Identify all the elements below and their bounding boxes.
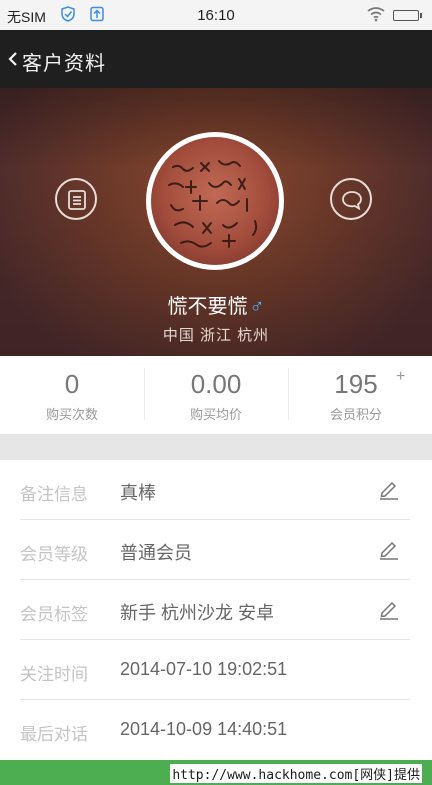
section-gap bbox=[0, 434, 432, 460]
info-key: 会员等级 bbox=[20, 545, 88, 564]
info-row-last-chat: 最后对话 2014-10-09 14:40:51 bbox=[20, 700, 410, 760]
stat-member-points[interactable]: 195 会员积分 bbox=[284, 356, 428, 434]
add-points-button[interactable]: + bbox=[396, 368, 405, 386]
info-row-remark[interactable]: 备注信息 真棒 bbox=[20, 460, 410, 520]
chat-button[interactable] bbox=[330, 178, 372, 220]
customer-location: 中国 浙江 杭州 bbox=[162, 327, 270, 344]
stat-purchase-count: 0 购买次数 bbox=[0, 356, 144, 434]
status-bar: 无SIM 16:10 bbox=[0, 0, 432, 30]
info-key: 最后对话 bbox=[20, 725, 88, 744]
stat-value: 0 bbox=[64, 369, 80, 399]
avatar-image bbox=[151, 137, 279, 265]
stat-label: 购买次数 bbox=[45, 407, 98, 422]
customer-name: 慌不要慌 bbox=[167, 296, 248, 318]
info-value: 2014-10-09 14:40:51 bbox=[120, 719, 288, 739]
stat-label: 购买均价 bbox=[189, 407, 242, 422]
chat-bubble-icon bbox=[342, 191, 362, 211]
watermark-bar: http://www.hackhome.com[网侠]提供 bbox=[0, 760, 432, 785]
info-row-follow-time: 关注时间 2014-07-10 19:02:51 bbox=[20, 640, 410, 700]
note-icon bbox=[68, 190, 86, 210]
stat-value: 0.00 bbox=[190, 369, 242, 399]
avatar[interactable] bbox=[146, 132, 284, 270]
stats-bar: 0 购买次数 0.00 购买均价 195 会员积分 + bbox=[0, 356, 432, 434]
male-icon: ♂ bbox=[249, 296, 265, 318]
stat-label: 会员积分 bbox=[329, 407, 382, 422]
info-key: 关注时间 bbox=[20, 665, 88, 684]
chevron-left-icon[interactable] bbox=[6, 48, 20, 70]
watermark-text: http://www.hackhome.com[网侠]提供 bbox=[170, 764, 422, 783]
info-list: 备注信息 真棒 会员等级 普通会员 会员标签 新手 杭州沙龙 安卓 关注时间 2… bbox=[0, 460, 432, 760]
edit-icon[interactable] bbox=[378, 598, 400, 620]
profile-banner: 慌不要慌 ♂ 中国 浙江 杭州 bbox=[0, 88, 432, 356]
info-value: 2014-07-10 19:02:51 bbox=[120, 659, 288, 679]
page-title: 客户资料 bbox=[22, 53, 106, 75]
note-button[interactable] bbox=[55, 178, 97, 220]
info-row-level[interactable]: 会员等级 普通会员 bbox=[20, 520, 410, 580]
battery-icon bbox=[393, 10, 422, 21]
info-row-tags[interactable]: 会员标签 新手 杭州沙龙 安卓 bbox=[20, 580, 410, 640]
calligraphy-image bbox=[168, 160, 258, 248]
stat-average-price: 0.00 购买均价 bbox=[144, 356, 288, 434]
info-key: 备注信息 bbox=[20, 485, 88, 504]
info-value: 真棒 bbox=[120, 483, 156, 503]
stat-value: 195 bbox=[334, 369, 378, 399]
info-value: 新手 杭州沙龙 安卓 bbox=[120, 603, 275, 623]
edit-icon[interactable] bbox=[378, 538, 400, 560]
info-key: 会员标签 bbox=[20, 605, 88, 624]
edit-icon[interactable] bbox=[378, 478, 400, 500]
info-value: 普通会员 bbox=[120, 543, 192, 563]
wifi-icon bbox=[367, 6, 385, 25]
customer-name-row: 慌不要慌 ♂ bbox=[0, 290, 432, 319]
title-bar: 客户资料 bbox=[0, 30, 432, 88]
